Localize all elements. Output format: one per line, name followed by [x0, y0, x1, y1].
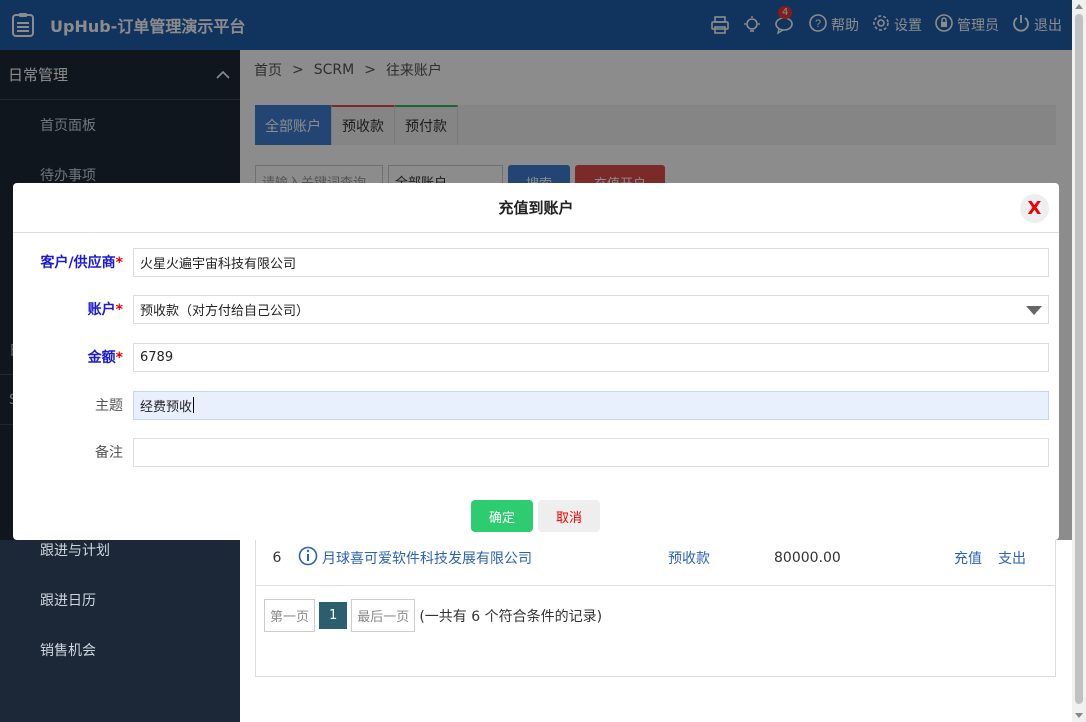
page-scrollbar[interactable]	[1072, 0, 1086, 722]
sidebar-backdrop	[0, 540, 240, 722]
subject-field[interactable]: 经费预收	[133, 390, 1049, 420]
remark-row: 备注	[13, 437, 1059, 467]
required-mark: *	[115, 302, 123, 318]
scroll-thumb[interactable]	[1075, 14, 1083, 704]
account-select[interactable]: 预收款（对方付给自己公司）	[133, 294, 1049, 324]
remark-label: 备注	[95, 445, 123, 461]
first-page-button[interactable]: 第一页	[264, 599, 316, 632]
subject-label: 主题	[95, 398, 123, 414]
dropdown-arrow-icon	[1026, 305, 1042, 315]
close-button[interactable]: X	[1020, 194, 1049, 223]
customer-field[interactable]: 火星火遍宇宙科技有限公司	[133, 247, 1049, 277]
text-caret	[193, 397, 195, 413]
expense-link[interactable]: 支出	[998, 548, 1026, 568]
info-icon	[298, 546, 318, 570]
pager-summary: (一共有 6 个符合条件的记录)	[419, 608, 603, 625]
customer-row: 客户/供应商* 火星火遍宇宙科技有限公司	[13, 247, 1059, 277]
subject-value: 经费预收	[140, 399, 193, 415]
row-index: 6	[272, 550, 282, 566]
cancel-button[interactable]: 取消	[538, 500, 600, 532]
required-mark: *	[115, 350, 123, 366]
confirm-button[interactable]: 确定	[471, 500, 533, 532]
recharge-link[interactable]: 充值	[954, 548, 982, 568]
account-type: 预收款	[668, 551, 710, 567]
recharge-dialog: 充值到账户 X 客户/供应商* 火星火遍宇宙科技有限公司 账户* 预收款（对方付…	[13, 183, 1059, 540]
scroll-up-arrow-icon[interactable]	[1075, 4, 1083, 9]
required-mark: *	[115, 255, 123, 271]
remark-field[interactable]	[133, 437, 1049, 467]
subject-row: 主题 经费预收	[13, 390, 1059, 420]
accounts-table: 6 月球喜可爱软件科技发展有限公司 预收款 80000.00 充值 支出 第一页…	[255, 530, 1056, 677]
pagination: 第一页 1 最后一页 (一共有 6 个符合条件的记录)	[256, 585, 1055, 645]
dialog-title: 充值到账户	[498, 199, 574, 217]
last-page-button[interactable]: 最后一页	[351, 599, 416, 632]
company-link[interactable]: 月球喜可爱软件科技发展有限公司	[298, 546, 668, 570]
dialog-header: 充值到账户 X	[13, 183, 1059, 233]
account-label: 账户*	[87, 302, 123, 318]
scroll-down-arrow-icon[interactable]	[1075, 713, 1083, 718]
account-select-value: 预收款（对方付给自己公司）	[140, 303, 310, 319]
company-name: 月球喜可爱软件科技发展有限公司	[322, 551, 532, 567]
account-row: 账户* 预收款（对方付给自己公司）	[13, 294, 1059, 324]
amount-row: 金额* 6789	[13, 342, 1059, 372]
current-page[interactable]: 1	[319, 602, 348, 629]
amount-label: 金额*	[87, 350, 123, 366]
account-amount: 80000.00	[774, 550, 841, 566]
customer-label: 客户/供应商*	[40, 255, 123, 271]
amount-field[interactable]: 6789	[133, 342, 1049, 372]
